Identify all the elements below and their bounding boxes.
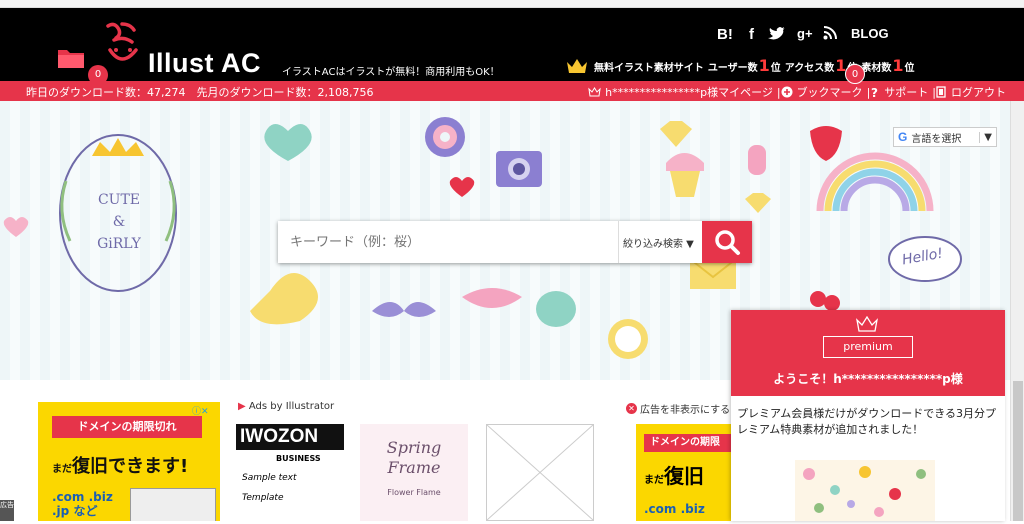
popup-body-text: プレミアム会員様だけがダウンロードできる3月分プレミアム特典素材が追加されました… [737, 407, 997, 436]
floral-pattern-image [803, 466, 926, 517]
folder-icon[interactable] [56, 46, 86, 70]
ranking-users-rank: 1 [758, 56, 770, 75]
ad-headline: まだ復旧できます! [52, 456, 189, 477]
facebook-icon[interactable]: f [749, 26, 754, 43]
language-selector[interactable]: G 言語を選択 ▼ [893, 127, 997, 147]
search-input[interactable] [278, 221, 618, 263]
illust-ac-logo-mark-icon[interactable] [100, 20, 144, 70]
search-bar: 絞り込み検索 ▼ [278, 221, 752, 263]
image-placeholder-icon [486, 424, 594, 521]
page-scrollbar[interactable] [1010, 101, 1024, 521]
notification-count-badge[interactable]: 0 [845, 64, 865, 84]
support-link[interactable]: サポート [884, 84, 928, 100]
ad-title: ドメインの期限切れ [52, 416, 202, 438]
bookmark-link[interactable]: ブックマーク [797, 84, 863, 100]
ad-browser-illustration [130, 488, 216, 521]
google-translate-icon: G [898, 130, 908, 144]
premium-popup: premium ようこそ！h****************p様 プレミアム会員… [731, 310, 1005, 521]
thumb-subtitle: BUSINESS [276, 454, 321, 463]
folder-count-badge[interactable]: 0 [88, 65, 108, 85]
crown-icon [588, 87, 601, 97]
popup-header: premium ようこそ！h****************p様 [731, 310, 1005, 396]
thumb-sample-1: Sample text [242, 473, 297, 483]
ranking-materials-label: 素材数 [861, 63, 892, 74]
rss-icon[interactable] [823, 26, 837, 40]
welcome-message: ようこそ！h****************p様 [773, 372, 963, 386]
thumb-frame-sub: Flower Flame [387, 488, 441, 497]
domain-ad-banner-2[interactable]: ドメインの期限 まだ復旧 .com .biz [636, 424, 732, 521]
ad-domains: .com .biz .jp など [52, 490, 113, 518]
browser-top-strip [0, 0, 1024, 8]
download-stats: 昨日のダウンロード数：47,274 先月のダウンロード数：2,108,756 [26, 86, 374, 99]
thumb-frame-title: Spring Frame [386, 438, 442, 477]
cute-girly-badge: CUTE & GiRLY [94, 189, 144, 255]
twitter-icon[interactable] [768, 26, 786, 41]
hide-ads-link[interactable]: ✕ 広告を非表示にする [626, 401, 730, 416]
ranking-suffix: 位 [904, 63, 915, 74]
ad-label: 広告 [0, 500, 14, 521]
ranking-prefix: 無料イラスト素材サイト [594, 63, 704, 74]
illustration-thumbnail[interactable]: Spring Frame Flower Flame [360, 424, 468, 521]
search-button[interactable] [702, 221, 752, 263]
ranking-access-label: アクセス数 [784, 63, 835, 74]
ranking-materials-rank: 1 [892, 56, 904, 75]
user-menu: h****************p様マイページ | ブックマーク | ? サポ… [588, 84, 1006, 100]
ad-choices-icon[interactable]: ⓘ✕ [192, 404, 218, 417]
ads-by-label: ▶ Ads by Illustrator [238, 401, 335, 412]
premium-ribbon: premium [823, 336, 913, 358]
site-header: Illust AC イラストACはイラストが無料！商用利用もOK！ B! f g… [0, 8, 1024, 81]
dropdown-arrow-icon: ▼ [979, 131, 996, 143]
premium-material-preview[interactable] [795, 460, 935, 521]
hatena-bookmark-icon[interactable]: B! [717, 26, 733, 43]
thumb-title: IWOZON [236, 424, 344, 450]
crown-icon [856, 316, 878, 332]
ranking-users-label: ユーザー数 [707, 63, 758, 74]
illustration-thumbnail-placeholder[interactable] [486, 424, 594, 521]
illustration-thumbnail[interactable]: IWOZON BUSINESS Sample text Template [236, 424, 344, 521]
mypage-link[interactable]: h****************p様マイページ [605, 84, 773, 100]
ad-headline: まだ復旧 [644, 464, 704, 488]
badge-line-3: GiRLY [97, 236, 141, 252]
google-plus-icon[interactable]: g+ [797, 26, 813, 41]
scrollbar-thumb[interactable] [1013, 381, 1023, 521]
search-icon [715, 230, 740, 255]
logo-text[interactable]: Illust AC [148, 48, 261, 79]
domain-ad-banner[interactable]: ⓘ✕ ドメインの期限切れ まだ復旧できます! .com .biz .jp など [38, 402, 220, 521]
badge-line-2: & [112, 214, 126, 230]
plus-circle-icon [781, 86, 793, 98]
crown-icon [567, 59, 587, 73]
language-label: 言語を選択 [911, 133, 962, 145]
logout-icon [936, 86, 946, 98]
ad-title: ドメインの期限 [644, 434, 732, 452]
blog-link[interactable]: BLOG [851, 26, 889, 41]
question-icon: ? [871, 86, 878, 98]
thumb-sample-2: Template [242, 493, 284, 503]
close-icon: ✕ [626, 403, 637, 414]
svg-text:?: ? [871, 86, 878, 98]
filter-dropdown[interactable]: 絞り込み検索 ▼ [618, 221, 702, 263]
badge-line-1: CUTE [97, 192, 141, 208]
site-tagline: イラストACはイラストが無料！商用利用もOK！ [282, 67, 500, 78]
ad-domains: .com .biz [644, 502, 705, 516]
logout-link[interactable]: ログアウト [951, 84, 1006, 100]
stats-bar: 昨日のダウンロード数：47,274 先月のダウンロード数：2,108,756 h… [0, 81, 1024, 101]
ranking-suffix: 位 [770, 63, 781, 74]
